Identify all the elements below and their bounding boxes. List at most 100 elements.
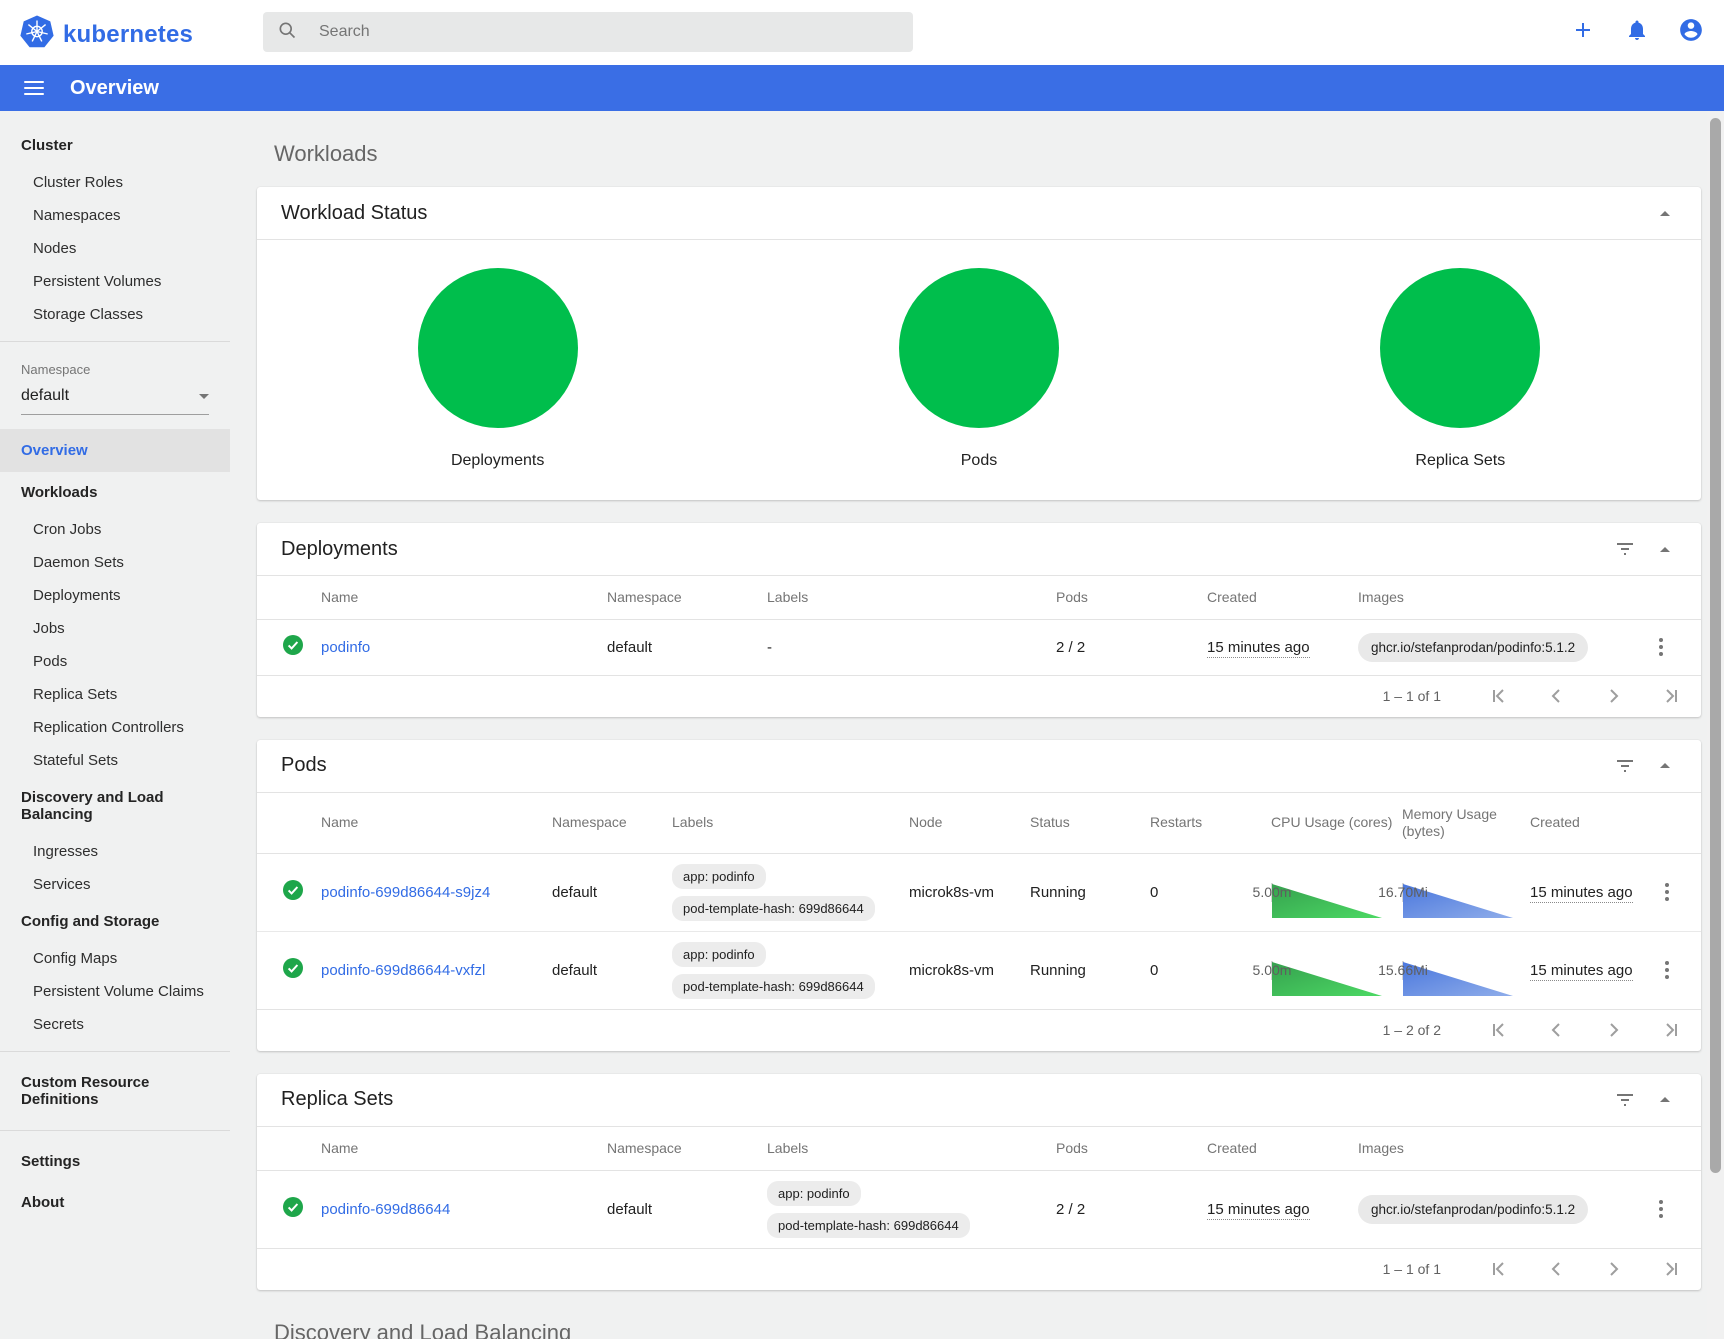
sidebar-item-replica-sets[interactable]: Replica Sets <box>0 678 230 711</box>
sidebar-item-settings[interactable]: Settings <box>0 1141 230 1182</box>
col-header-images: Images <box>1358 1127 1645 1171</box>
prev-page-icon[interactable] <box>1541 1254 1571 1284</box>
sidebar-item-pods[interactable]: Pods <box>0 645 230 678</box>
namespace-select[interactable]: default <box>21 387 209 415</box>
kubernetes-brand[interactable]: kubernetes <box>20 15 193 54</box>
sidebar-item-deployments[interactable]: Deployments <box>0 579 230 612</box>
sidebar-header-cluster: Cluster <box>0 125 230 166</box>
label-chip: app: podinfo <box>672 942 766 967</box>
filter-icon[interactable] <box>1605 746 1645 786</box>
sidebar-item-replication-controllers[interactable]: Replication Controllers <box>0 711 230 744</box>
search-icon <box>277 20 297 45</box>
cell-labels: - <box>767 620 1056 675</box>
pods-table: Name Namespace Labels Node Status Restar… <box>257 793 1701 1009</box>
sidebar-item-daemon-sets[interactable]: Daemon Sets <box>0 546 230 579</box>
next-page-icon[interactable] <box>1599 1254 1629 1284</box>
cell-pods: 2 / 2 <box>1056 1170 1207 1248</box>
prev-page-icon[interactable] <box>1541 1015 1571 1045</box>
sidebar-divider <box>0 341 230 342</box>
workload-status-card: Workload Status Deployments Pods Replica… <box>257 187 1701 500</box>
sidebar-item-ingresses[interactable]: Ingresses <box>0 835 230 868</box>
workload-status-title: Workload Status <box>281 202 1645 225</box>
deployments-status-label: Deployments <box>451 452 544 470</box>
sidebar-item-nodes[interactable]: Nodes <box>0 232 230 265</box>
memory-sparkline: 16.70Mi <box>1402 883 1404 902</box>
scrollbar-thumb[interactable] <box>1710 118 1721 1173</box>
label-chip: pod-template-hash: 699d86644 <box>672 974 875 999</box>
next-page-icon[interactable] <box>1599 1015 1629 1045</box>
replica-sets-card: Replica Sets Name Namespace Labels <box>257 1074 1701 1290</box>
kebab-menu-icon[interactable] <box>1651 954 1683 986</box>
cell-created: 15 minutes ago <box>1530 962 1633 981</box>
deployment-name-link[interactable]: podinfo <box>321 639 370 656</box>
col-header-name: Name <box>321 793 552 854</box>
search-input[interactable] <box>319 23 839 41</box>
table-row: podinfo-699d86644 default app: podinfo p… <box>257 1170 1701 1248</box>
account-icon[interactable] <box>1678 17 1704 43</box>
sidebar-item-cron-jobs[interactable]: Cron Jobs <box>0 513 230 546</box>
add-icon[interactable] <box>1570 17 1596 43</box>
sidebar-item-storage-classes[interactable]: Storage Classes <box>0 298 230 331</box>
deployments-title: Deployments <box>281 538 1605 561</box>
sidebar-divider <box>0 1051 230 1052</box>
last-page-icon[interactable] <box>1657 1015 1687 1045</box>
filter-icon[interactable] <box>1605 529 1645 569</box>
label-chip: pod-template-hash: 699d86644 <box>672 896 875 921</box>
collapse-icon[interactable] <box>1645 529 1685 569</box>
sidebar-item-custom-resource-definitions[interactable]: Custom Resource Definitions <box>0 1062 230 1120</box>
col-header-pods: Pods <box>1056 576 1207 620</box>
first-page-icon[interactable] <box>1483 1254 1513 1284</box>
sidebar-item-cluster-roles[interactable]: Cluster Roles <box>0 166 230 199</box>
filter-icon[interactable] <box>1605 1080 1645 1120</box>
deployments-status-circle <box>418 268 578 428</box>
first-page-icon[interactable] <box>1483 681 1513 711</box>
sidebar-item-persistent-volume-claims[interactable]: Persistent Volume Claims <box>0 975 230 1008</box>
kebab-menu-icon[interactable] <box>1645 1193 1677 1225</box>
image-chip: ghcr.io/stefanprodan/podinfo:5.1.2 <box>1358 1195 1588 1224</box>
kebab-menu-icon[interactable] <box>1651 876 1683 908</box>
sidebar-item-persistent-volumes[interactable]: Persistent Volumes <box>0 265 230 298</box>
cell-pods: 2 / 2 <box>1056 620 1207 675</box>
last-page-icon[interactable] <box>1657 681 1687 711</box>
sidebar-item-services[interactable]: Services <box>0 868 230 901</box>
sidebar-header-discovery: Discovery and Load Balancing <box>0 777 230 835</box>
checkmark-circle-icon <box>283 887 303 904</box>
sidebar-item-config-maps[interactable]: Config Maps <box>0 942 230 975</box>
search-bar[interactable] <box>263 12 913 52</box>
replica-set-name-link[interactable]: podinfo-699d86644 <box>321 1201 450 1218</box>
next-page-icon[interactable] <box>1599 681 1629 711</box>
memory-sparkline: 15.66Mi <box>1402 961 1404 980</box>
table-row: podinfo default - 2 / 2 15 minutes ago g… <box>257 620 1701 675</box>
notifications-icon[interactable] <box>1624 17 1650 43</box>
collapse-icon[interactable] <box>1645 746 1685 786</box>
menu-icon[interactable] <box>24 77 44 99</box>
collapse-icon[interactable] <box>1645 193 1685 233</box>
namespace-label: Namespace <box>0 352 230 381</box>
pod-name-link[interactable]: podinfo-699d86644-vxfzl <box>321 962 485 979</box>
cell-namespace: default <box>607 1170 767 1248</box>
sidebar-item-overview[interactable]: Overview <box>0 429 230 472</box>
collapse-icon[interactable] <box>1645 1080 1685 1120</box>
prev-page-icon[interactable] <box>1541 681 1571 711</box>
sidebar-item-secrets[interactable]: Secrets <box>0 1008 230 1041</box>
vertical-scrollbar[interactable] <box>1707 111 1724 1339</box>
col-header-labels: Labels <box>672 793 909 854</box>
pods-status-chart: Pods <box>738 268 1219 470</box>
sidebar-item-jobs[interactable]: Jobs <box>0 612 230 645</box>
col-header-labels: Labels <box>767 1127 1056 1171</box>
pod-name-link[interactable]: podinfo-699d86644-s9jz4 <box>321 884 490 901</box>
first-page-icon[interactable] <box>1483 1015 1513 1045</box>
replica-sets-status-circle <box>1380 268 1540 428</box>
pods-title: Pods <box>281 754 1605 777</box>
col-header-name: Name <box>321 1127 607 1171</box>
col-header-cpu: CPU Usage (cores) <box>1271 793 1402 854</box>
last-page-icon[interactable] <box>1657 1254 1687 1284</box>
kebab-menu-icon[interactable] <box>1645 631 1677 663</box>
sidebar-item-stateful-sets[interactable]: Stateful Sets <box>0 744 230 777</box>
col-header-memory: Memory Usage (bytes) <box>1402 793 1530 854</box>
cell-node: microk8s-vm <box>909 931 1030 1009</box>
cell-created: 15 minutes ago <box>1530 884 1633 903</box>
col-header-created: Created <box>1207 576 1358 620</box>
sidebar-item-about[interactable]: About <box>0 1182 230 1223</box>
sidebar-item-namespaces[interactable]: Namespaces <box>0 199 230 232</box>
